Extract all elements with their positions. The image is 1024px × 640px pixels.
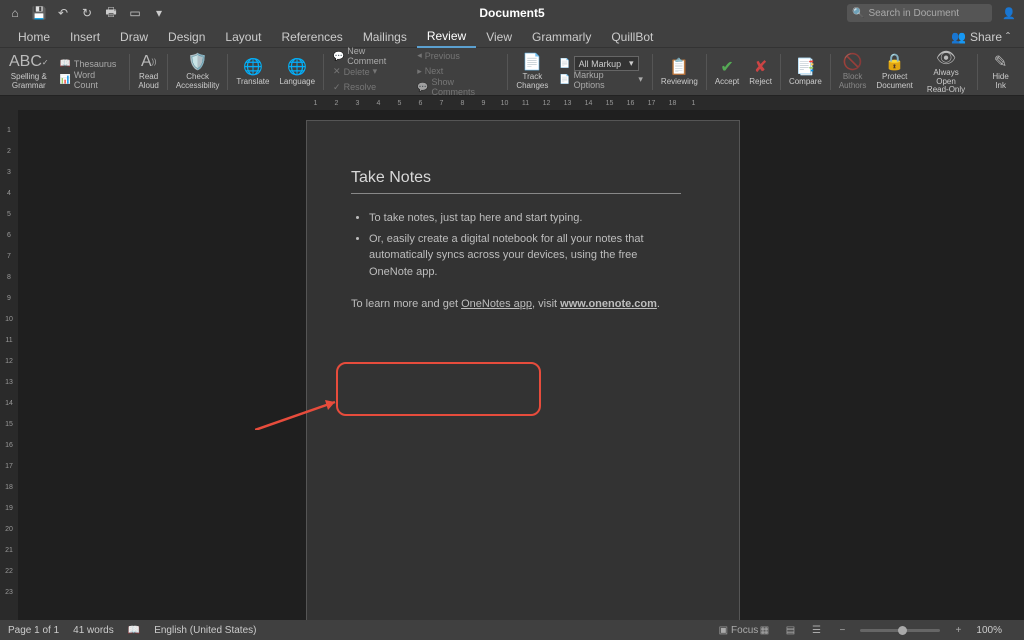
document-canvas[interactable]: Take Notes To take notes, just tap here …	[18, 110, 1024, 620]
bullet-item[interactable]: Or, easily create a digital notebook for…	[369, 231, 671, 281]
tab-view[interactable]: View	[476, 26, 522, 48]
delete-comment-button[interactable]: ✕Delete▾	[327, 64, 411, 80]
share-label: Share	[970, 30, 1002, 44]
tab-quillbot[interactable]: QuillBot	[601, 26, 663, 48]
show-comments-button[interactable]: 💬Show Comments	[411, 79, 504, 95]
document-title: Document5	[479, 6, 544, 20]
previous-comment-button[interactable]: ◂Previous	[411, 48, 504, 64]
protect-document-button[interactable]: 🔒ProtectDocument	[871, 48, 917, 95]
page-indicator[interactable]: Page 1 of 1	[8, 625, 59, 636]
always-open-readonly-button[interactable]: 👁Always OpenRead-Only	[918, 48, 974, 95]
tab-layout[interactable]: Layout	[215, 26, 271, 48]
spelling-grammar-button[interactable]: ABC✓Spelling &Grammar	[4, 48, 54, 95]
delete-icon: ✕	[333, 66, 341, 77]
compare-button[interactable]: 📑Compare	[784, 48, 827, 95]
focus-button[interactable]: ▣ Focus	[730, 623, 746, 637]
new-comment-button[interactable]: 💬New Comment	[327, 48, 411, 64]
user-avatar-icon[interactable]: 👤	[1000, 4, 1018, 22]
titlebar: ⌂ 💾 ↶ ↻ 🖶 ▭ ▾ Document5 🔍 Search in Docu…	[0, 0, 1024, 26]
comment-icon: 💬	[333, 51, 344, 62]
share-icon: 👥	[951, 30, 966, 44]
resolve-icon: ✓	[333, 82, 341, 93]
hide-ink-button[interactable]: ✎Hide Ink	[981, 48, 1020, 95]
page-heading[interactable]: Take Notes	[351, 169, 681, 194]
redo-icon[interactable]: ↻	[78, 4, 96, 22]
reviewing-pane-button[interactable]: 📋Reviewing	[656, 48, 703, 95]
search-input[interactable]: 🔍 Search in Document	[847, 4, 992, 22]
ribbon: ABC✓Spelling &Grammar 📖Thesaurus 📊Word C…	[0, 48, 1024, 96]
language-indicator[interactable]: English (United States)	[154, 625, 256, 636]
bullet-item[interactable]: To take notes, just tap here and start t…	[369, 210, 671, 227]
tab-insert[interactable]: Insert	[60, 26, 110, 48]
page[interactable]: Take Notes To take notes, just tap here …	[306, 120, 740, 620]
zoom-out-button[interactable]: −	[834, 623, 850, 637]
show-icon: 💬	[417, 82, 428, 93]
view-print-icon[interactable]: ▦	[756, 623, 772, 637]
word-count-button[interactable]: 📊Word Count	[54, 72, 127, 88]
tab-grammarly[interactable]: Grammarly	[522, 26, 601, 48]
stats-icon: 📊	[60, 74, 71, 85]
status-bar: Page 1 of 1 41 words 📖 English (United S…	[0, 620, 1024, 640]
dropdown-icon[interactable]: ▾	[150, 4, 168, 22]
onenotes-app-link[interactable]: OneNotes app	[461, 298, 532, 310]
block-authors-button[interactable]: 🚫BlockAuthors	[834, 48, 872, 95]
check-accessibility-button[interactable]: 🛡️CheckAccessibility	[171, 48, 225, 95]
prev-icon: ◂	[417, 50, 422, 61]
zoom-value[interactable]: 100%	[976, 625, 1002, 636]
word-count[interactable]: 41 words	[73, 625, 114, 636]
markup-options-button[interactable]: 📄Markup Options▾	[553, 72, 649, 88]
resolve-button[interactable]: ✓Resolve	[327, 80, 411, 96]
accept-button[interactable]: ✔Accept	[710, 48, 744, 95]
home-icon[interactable]: ⌂	[6, 4, 24, 22]
next-icon: ▸	[417, 66, 422, 77]
track-changes-button[interactable]: 📄TrackChanges	[511, 48, 553, 95]
doc-icon: 📄	[559, 58, 570, 69]
workspace: 1234567891011121314151617181920212223 Ta…	[0, 110, 1024, 620]
zoom-thumb[interactable]	[898, 626, 907, 635]
learn-more-text[interactable]: To learn more and get OneNotes app, visi…	[351, 298, 695, 310]
print-icon[interactable]: 🖶	[102, 4, 120, 22]
zoom-slider[interactable]	[860, 629, 940, 632]
share-button[interactable]: 👥 Share ˆ	[951, 30, 1010, 44]
language-button[interactable]: 🌐Language	[274, 48, 320, 95]
undo-icon[interactable]: ↶	[54, 4, 72, 22]
spell-check-icon[interactable]: 📖	[128, 625, 140, 636]
search-placeholder: Search in Document	[868, 8, 959, 19]
save-icon[interactable]: 💾	[30, 4, 48, 22]
options-icon: 📄	[559, 74, 570, 85]
view-web-icon[interactable]: ▤	[782, 623, 798, 637]
tab-mailings[interactable]: Mailings	[353, 26, 417, 48]
doc-icon[interactable]: ▭	[126, 4, 144, 22]
zoom-in-button[interactable]: +	[950, 623, 966, 637]
tab-home[interactable]: Home	[8, 26, 60, 48]
tab-design[interactable]: Design	[158, 26, 215, 48]
onenote-link[interactable]: www.onenote.com	[560, 298, 657, 310]
tab-bar: HomeInsertDrawDesignLayoutReferencesMail…	[0, 26, 1024, 48]
tab-review[interactable]: Review	[417, 26, 476, 48]
view-outline-icon[interactable]: ☰	[808, 623, 824, 637]
tab-draw[interactable]: Draw	[110, 26, 158, 48]
search-icon: 🔍	[852, 8, 864, 19]
tab-references[interactable]: References	[271, 26, 352, 48]
read-aloud-button[interactable]: A))ReadAloud	[133, 48, 163, 95]
horizontal-ruler[interactable]: 1234567891011121314151617181	[0, 96, 1024, 110]
vertical-ruler[interactable]: 1234567891011121314151617181920212223	[0, 110, 18, 620]
translate-button[interactable]: 🌐Translate	[231, 48, 274, 95]
reject-button[interactable]: ✘Reject	[744, 48, 777, 95]
chevron-up-icon: ˆ	[1006, 30, 1010, 44]
book-icon: 📖	[60, 58, 71, 69]
